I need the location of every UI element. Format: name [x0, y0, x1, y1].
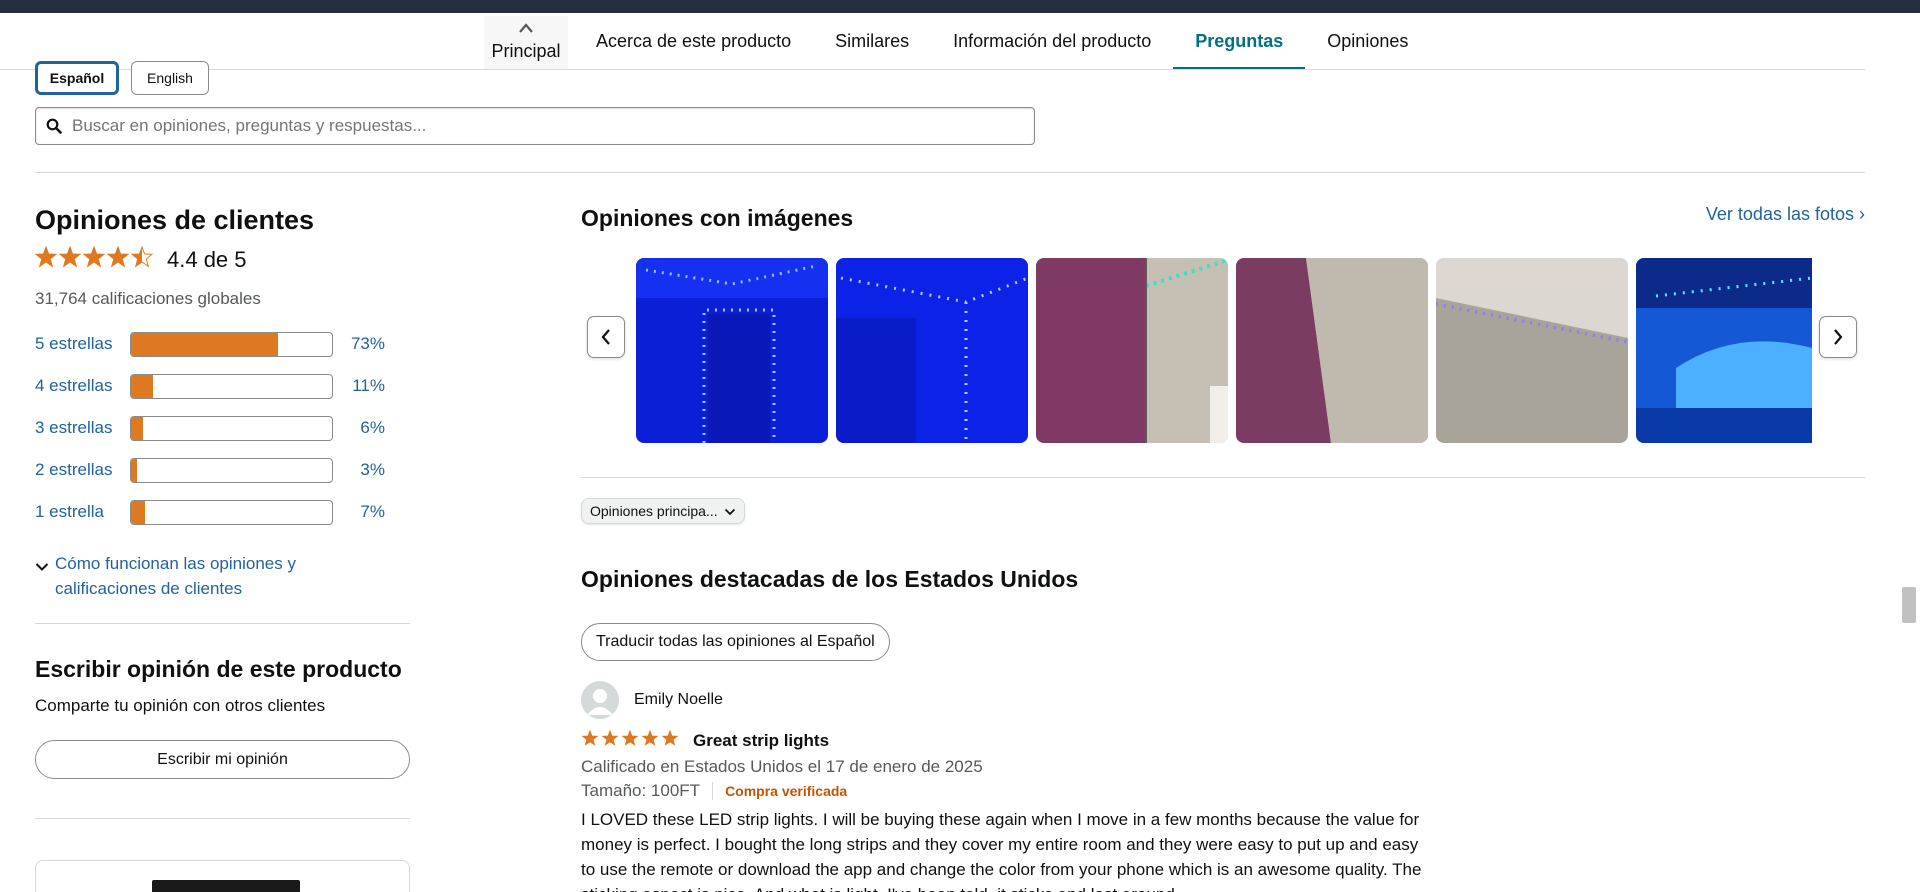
chevron-right-icon — [1834, 329, 1843, 345]
histogram-bar — [130, 499, 333, 525]
verified-purchase-badge: Compra verificada — [725, 783, 848, 799]
review-date: Calificado en Estados Unidos el 17 de en… — [581, 757, 983, 776]
ratings-summary: Opiniones de clientes 4.4 de 5 31,764 ca… — [35, 205, 410, 601]
histogram-row-5[interactable]: 5 estrellas 73% — [35, 323, 410, 365]
language-english-button[interactable]: English — [131, 61, 209, 95]
left-divider — [35, 623, 410, 624]
review-image-thumbnail[interactable] — [1236, 258, 1428, 443]
histogram-bar — [130, 415, 333, 441]
tab-similares[interactable]: Similares — [813, 13, 931, 70]
histogram-label[interactable]: 2 estrellas — [35, 460, 130, 480]
histogram-label[interactable]: 4 estrellas — [35, 376, 130, 396]
average-rating-text: 4.4 de 5 — [167, 246, 247, 272]
histogram-bar — [130, 331, 333, 357]
meta-separator — [712, 782, 714, 800]
review-image-thumbnail[interactable] — [1436, 258, 1628, 443]
section-divider — [35, 172, 1865, 173]
chevron-down-icon — [724, 503, 736, 519]
customer-reviews-heading: Opiniones de clientes — [35, 205, 315, 235]
carousel-next-button[interactable] — [1819, 316, 1857, 358]
histogram-row-2[interactable]: 2 estrellas 3% — [35, 449, 410, 491]
histogram-percent[interactable]: 6% — [333, 418, 385, 438]
reviews-search-box — [35, 107, 1035, 145]
review-size: Tamaño: 100FT — [581, 781, 701, 800]
write-review-subtitle: Comparte tu opinión con otros clientes — [35, 696, 326, 715]
images-divider — [581, 477, 1865, 478]
histogram-label[interactable]: 3 estrellas — [35, 418, 130, 438]
histogram-bar — [130, 373, 333, 399]
reviewer-name[interactable]: Emily Noelle — [634, 691, 723, 709]
avatar[interactable] — [581, 681, 619, 719]
reviews-with-images-heading: Opiniones con imágenes — [581, 205, 854, 231]
left-divider-2 — [35, 818, 410, 819]
write-review-button[interactable]: Escribir mi opinión — [35, 740, 410, 779]
review-image-thumbnail[interactable] — [1636, 258, 1812, 443]
histogram-percent[interactable]: 11% — [333, 376, 385, 396]
review-image-thumbnail[interactable] — [836, 258, 1028, 443]
histogram-fill — [131, 500, 146, 524]
see-all-photos-link[interactable]: Ver todas las fotos › — [1706, 204, 1865, 225]
page-scrollbar-thumb[interactable] — [1902, 587, 1916, 623]
histogram-fill — [131, 332, 278, 356]
review-images-carousel — [636, 258, 1812, 443]
product-nav-bar: Principal Acerca de este producto Simila… — [0, 13, 1900, 70]
histogram-row-3[interactable]: 3 estrellas 6% — [35, 407, 410, 449]
review-item: Emily Noelle Great strip lights Califica… — [581, 681, 1431, 892]
us-reviews-heading: Opiniones destacadas de los Estados Unid… — [581, 566, 1079, 592]
histogram-fill — [131, 458, 138, 482]
sort-selected-value: Opiniones principa... — [590, 503, 718, 519]
top-header-strip — [0, 0, 1920, 13]
rating-histogram: 5 estrellas 73% 4 estrellas 11% 3 estrel… — [35, 323, 410, 533]
nav-divider — [0, 69, 1865, 70]
global-ratings-count: 31,764 calificaciones globales — [35, 289, 261, 308]
search-icon — [36, 118, 72, 134]
histogram-percent[interactable]: 73% — [333, 334, 385, 354]
tab-acerca[interactable]: Acerca de este producto — [574, 13, 813, 70]
translate-reviews-button[interactable]: Traducir todas las opiniones al Español — [581, 623, 890, 661]
back-to-top-label: Principal — [491, 41, 561, 61]
carousel-prev-button[interactable] — [587, 316, 625, 358]
histogram-label[interactable]: 1 estrella — [35, 502, 130, 522]
tab-opiniones[interactable]: Opiniones — [1305, 13, 1430, 70]
chevron-down-icon — [35, 551, 55, 601]
review-image-thumbnail[interactable] — [636, 258, 828, 443]
histogram-percent[interactable]: 7% — [333, 502, 385, 522]
write-review-heading: Escribir opinión de este producto — [35, 656, 402, 682]
language-spanish-button[interactable]: Español — [35, 61, 119, 95]
review-body: I LOVED these LED strip lights. I will b… — [581, 810, 1422, 892]
review-image-thumbnail[interactable] — [1036, 258, 1228, 443]
review-stars-icon[interactable] — [581, 728, 681, 753]
histogram-label[interactable]: 5 estrellas — [35, 334, 130, 354]
tab-informacion[interactable]: Información del producto — [931, 13, 1173, 70]
chevron-up-icon — [484, 16, 568, 38]
histogram-bar — [130, 457, 333, 483]
star-rating-icon — [35, 244, 153, 275]
histogram-row-1[interactable]: 1 estrella 7% — [35, 491, 410, 533]
back-to-top-button[interactable]: Principal — [484, 16, 568, 70]
histogram-percent[interactable]: 3% — [333, 460, 385, 480]
how-reviews-work-toggle[interactable]: Cómo funcionan las opiniones y calificac… — [35, 551, 410, 601]
review-title[interactable]: Great strip lights — [693, 731, 829, 751]
search-input[interactable] — [72, 116, 972, 136]
sort-dropdown[interactable]: Opiniones principa... — [581, 498, 745, 524]
histogram-fill — [131, 416, 144, 440]
tab-preguntas[interactable]: Preguntas — [1173, 13, 1306, 70]
nav-tabs: Acerca de este producto Similares Inform… — [574, 13, 1430, 70]
sponsored-product-image — [152, 880, 300, 892]
histogram-fill — [131, 374, 154, 398]
how-reviews-work-link[interactable]: Cómo funcionan las opiniones y calificac… — [55, 551, 355, 601]
histogram-row-4[interactable]: 4 estrellas 11% — [35, 365, 410, 407]
chevron-left-icon — [601, 329, 610, 345]
